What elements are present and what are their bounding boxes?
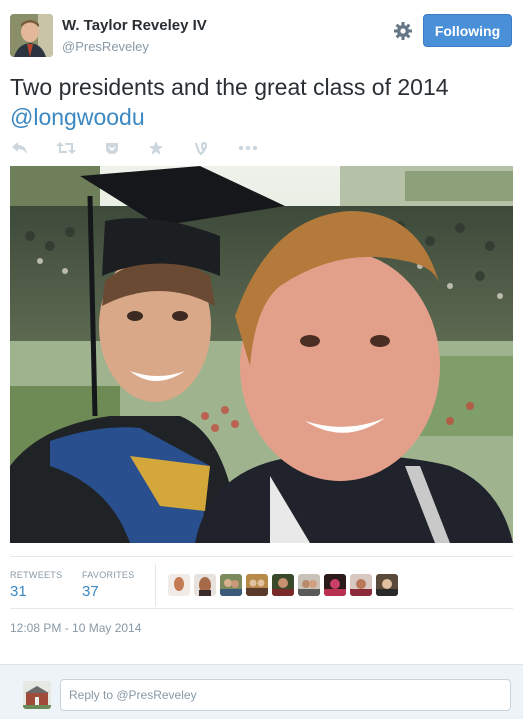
- reply-input[interactable]: Reply to @PresReveley: [60, 679, 511, 711]
- favoriter-avatar[interactable]: [194, 574, 216, 596]
- favoriter-avatar[interactable]: [350, 574, 372, 596]
- following-button[interactable]: Following: [423, 14, 512, 47]
- favoriter-avatar[interactable]: [298, 574, 320, 596]
- favoriter-avatar[interactable]: [324, 574, 346, 596]
- tweet-photo[interactable]: [10, 166, 513, 543]
- favoriter-avatar[interactable]: [376, 574, 398, 596]
- favorites-count[interactable]: 37: [82, 583, 99, 600]
- retweet-icon[interactable]: [56, 140, 76, 158]
- favoriter-avatar[interactable]: [168, 574, 190, 596]
- author-handle[interactable]: @PresReveley: [62, 39, 149, 54]
- author-avatar[interactable]: [10, 14, 53, 57]
- divider: [10, 608, 513, 609]
- gear-icon[interactable]: [392, 20, 414, 42]
- retweets-label: RETWEETS: [10, 570, 63, 580]
- tweet-actions: [10, 140, 310, 160]
- favorites-label: FAVORITES: [82, 570, 135, 580]
- user-avatar: [23, 681, 51, 709]
- tweet-text: Two presidents and the great class of 20…: [10, 72, 515, 132]
- favoriter-avatar[interactable]: [246, 574, 268, 596]
- favorite-icon[interactable]: [146, 140, 166, 158]
- divider: [10, 556, 513, 557]
- tweet-header: W. Taylor Reveley IV @PresReveley Follow…: [10, 14, 513, 60]
- stats-separator: [155, 564, 156, 606]
- tweet-timestamp[interactable]: 12:08 PM - 10 May 2014: [10, 621, 141, 635]
- retweets-count[interactable]: 31: [10, 583, 27, 600]
- reply-icon[interactable]: [10, 140, 30, 158]
- more-icon[interactable]: [236, 140, 260, 158]
- vine-icon[interactable]: [191, 140, 211, 158]
- reply-box: Reply to @PresReveley: [0, 664, 523, 719]
- favoriter-avatar[interactable]: [272, 574, 294, 596]
- mention-link[interactable]: @longwoodu: [10, 102, 515, 132]
- favoriter-avatar[interactable]: [220, 574, 242, 596]
- tweet-body: Two presidents and the great class of 20…: [10, 74, 449, 100]
- author-name[interactable]: W. Taylor Reveley IV: [62, 17, 207, 34]
- pocket-icon[interactable]: [102, 140, 122, 158]
